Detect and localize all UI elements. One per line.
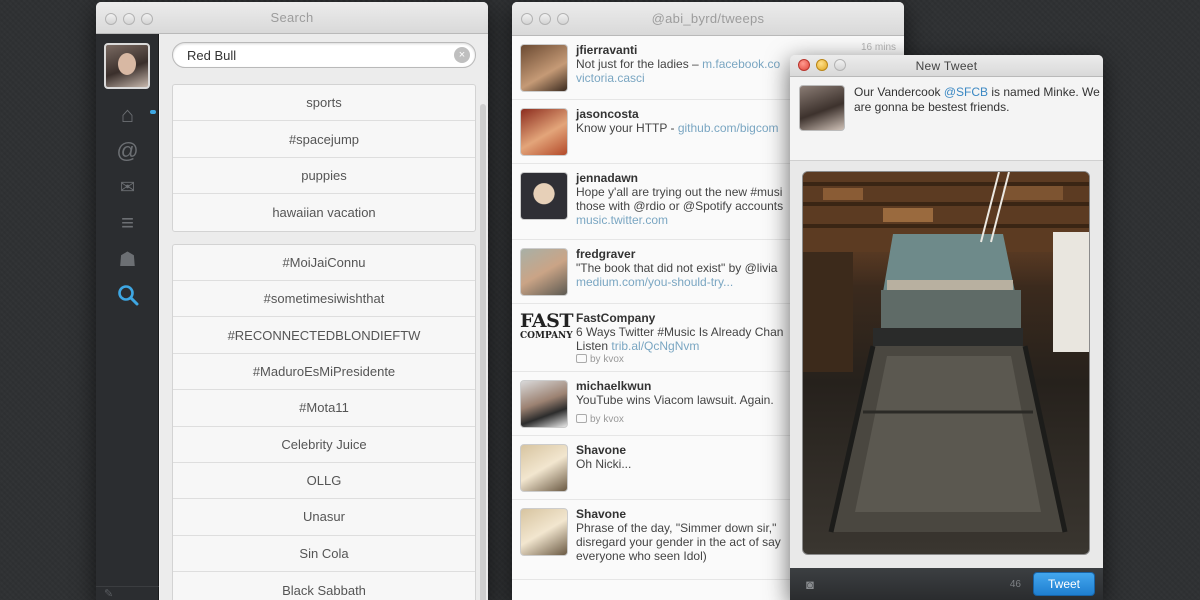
search-input[interactable] [173, 47, 453, 63]
window-controls [521, 13, 569, 25]
printing-press-image [803, 172, 1089, 533]
profile-icon[interactable]: ☗ [96, 241, 159, 277]
close-window-button[interactable] [521, 13, 533, 25]
user-avatar[interactable] [520, 108, 568, 156]
camera-icon[interactable]: ◙ [798, 575, 822, 593]
home-icon[interactable]: ⌂ [96, 97, 159, 133]
trends-list: #MoiJaiConnu #sometimesiwishthat #RECONN… [172, 243, 476, 600]
search-window: Search ⌂ @ ✉ ≡ ☗ ✎ × sports #spacejump p… [96, 2, 488, 600]
close-window-button[interactable] [798, 59, 810, 71]
minimize-window-button[interactable] [539, 13, 551, 25]
user-avatar[interactable] [520, 508, 568, 556]
search-icon[interactable] [96, 277, 159, 313]
tweet-text: Not just for the ladies – [576, 57, 703, 71]
attached-photo[interactable] [802, 171, 1090, 555]
compose-area[interactable]: Our Vandercook @SFCB is named Minke. We … [790, 77, 1103, 161]
fastcompany-logo-fast: FAST [520, 310, 573, 332]
tweet-button[interactable]: Tweet [1033, 572, 1095, 596]
saved-search-item[interactable]: #spacejump [173, 121, 475, 158]
saved-searches-list: sports #spacejump puppies hawaiian vacat… [172, 84, 476, 232]
trend-item[interactable]: OLLG [173, 463, 475, 500]
compose-toolbar: ◙ 46 Tweet [790, 568, 1103, 600]
compose-shortcut-icon[interactable]: ✎ [104, 587, 113, 600]
compose-text-before: Our Vandercook [854, 85, 944, 99]
user-avatar[interactable] [520, 172, 568, 220]
new-tweet-window: New Tweet Our Vandercook @SFCB is named … [790, 55, 1103, 600]
character-count: 46 [1009, 578, 1021, 590]
compose-textarea[interactable]: Our Vandercook @SFCB is named Minke. We … [854, 85, 1103, 115]
fastcompany-logo[interactable]: FAST COMPANY [520, 310, 573, 344]
user-avatar[interactable] [520, 44, 568, 92]
tweet-link[interactable]: trib.al/QcNgNvm [611, 339, 699, 353]
tweet-text: Listen [576, 339, 612, 353]
clear-search-icon[interactable]: × [454, 47, 470, 63]
sidebar-footer: ✎ [96, 586, 159, 600]
tweet-link[interactable]: m.facebook.co [702, 57, 780, 71]
timeline-window-title: @abi_byrd/tweeps [651, 11, 765, 26]
compose-mention[interactable]: @SFCB [944, 85, 988, 99]
window-controls [798, 59, 846, 71]
lists-icon[interactable]: ≡ [96, 205, 159, 241]
search-panel: × sports #spacejump puppies hawaiian vac… [160, 34, 488, 600]
trend-item[interactable]: #MaduroEsMiPresidente [173, 354, 475, 391]
sidebar: ⌂ @ ✉ ≡ ☗ ✎ [96, 34, 159, 600]
trend-item[interactable]: Unasur [173, 499, 475, 536]
compose-avatar [799, 85, 845, 131]
tweet-client: by kvox [590, 414, 624, 425]
mention-icon[interactable]: @ [96, 133, 159, 169]
messages-icon[interactable]: ✉ [96, 169, 159, 205]
zoom-window-button[interactable] [834, 59, 846, 71]
client-icon [576, 354, 587, 363]
user-avatar[interactable] [520, 248, 568, 296]
tweet-client: by kvox [590, 354, 624, 365]
timeline-window-titlebar[interactable]: @abi_byrd/tweeps [512, 2, 904, 36]
minimize-window-button[interactable] [123, 13, 135, 25]
user-avatar[interactable] [520, 380, 568, 428]
search-input-wrapper: × [172, 42, 476, 68]
search-window-title: Search [270, 10, 314, 25]
home-unread-indicator [150, 110, 156, 114]
tweet-link[interactable]: github.com/bigcom [678, 121, 779, 135]
search-window-titlebar[interactable]: Search [96, 2, 488, 34]
saved-search-item[interactable]: hawaiian vacation [173, 194, 475, 230]
client-icon [576, 414, 587, 423]
search-scrollbar[interactable] [480, 104, 486, 600]
trend-item[interactable]: Sin Cola [173, 536, 475, 573]
account-avatar[interactable] [104, 43, 150, 89]
zoom-window-button[interactable] [141, 13, 153, 25]
saved-search-item[interactable]: sports [173, 85, 475, 122]
minimize-window-button[interactable] [816, 59, 828, 71]
zoom-window-button[interactable] [557, 13, 569, 25]
trend-item[interactable]: Black Sabbath [173, 572, 475, 600]
close-window-button[interactable] [105, 13, 117, 25]
saved-search-item[interactable]: puppies [173, 158, 475, 195]
tweet-timestamp: 16 mins [860, 42, 896, 53]
trend-item[interactable]: Celebrity Juice [173, 427, 475, 463]
new-tweet-title: New Tweet [915, 58, 978, 73]
trend-item[interactable]: #Mota11 [173, 390, 475, 427]
tweet-text: Know your HTTP - [576, 121, 678, 135]
search-glyph-icon [117, 285, 138, 306]
trend-item[interactable]: #sometimesiwishthat [173, 281, 475, 318]
new-tweet-titlebar[interactable]: New Tweet [790, 55, 1103, 77]
user-avatar[interactable] [520, 444, 568, 492]
window-controls [105, 13, 153, 25]
trend-item[interactable]: #RECONNECTEDBLONDIEFTW [173, 317, 475, 354]
trend-item[interactable]: #MoiJaiConnu [173, 245, 475, 281]
fastcompany-logo-company: COMPANY [520, 331, 573, 341]
